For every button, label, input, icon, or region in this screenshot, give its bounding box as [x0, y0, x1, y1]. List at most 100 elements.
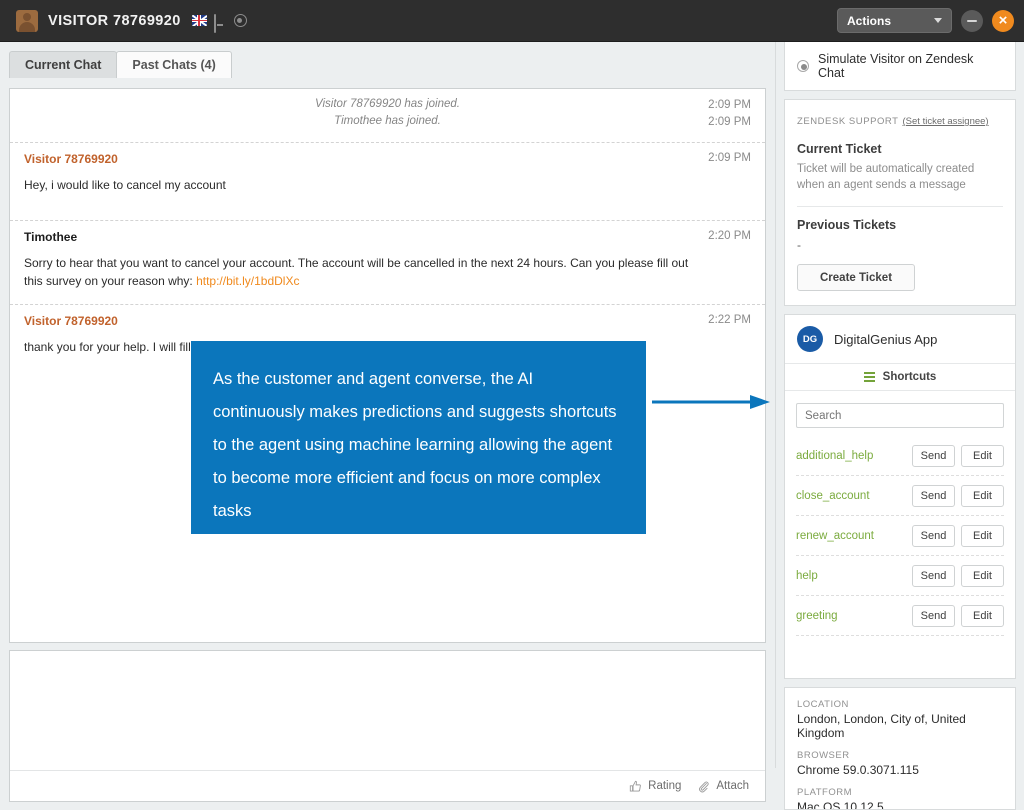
uk-flag-icon [192, 15, 207, 26]
chat-message: Timothee 2:20 PM Sorry to hear that you … [10, 221, 765, 305]
zendesk-support-card: ZENDESK SUPPORT (Set ticket assignee) Cur… [784, 99, 1016, 306]
tab-past-chats-label: Past Chats (4) [132, 58, 215, 72]
visitor-meta-icons [192, 14, 247, 27]
shortcut-actions: Send Edit [912, 565, 1004, 587]
shortcut-row: renew_account Send Edit [796, 516, 1004, 556]
shortcut-edit-button[interactable]: Edit [961, 565, 1004, 587]
shortcut-edit-button[interactable]: Edit [961, 445, 1004, 467]
message-text: Hey, i would like to cancel my account [24, 178, 226, 192]
app-avatar-initials: DG [803, 334, 817, 345]
message-time: 2:20 PM [708, 230, 751, 242]
app-name: DigitalGenius App [834, 332, 937, 347]
message-body: Hey, i would like to cancel my account [24, 176, 704, 194]
system-messages: Visitor 78769920 has joined. 2:09 PM Tim… [10, 89, 765, 143]
rating-button[interactable]: Rating [629, 780, 681, 793]
close-button[interactable]: × [992, 10, 1014, 32]
visitor-info-value: Chrome 59.0.3071.115 [797, 763, 1003, 777]
create-ticket-button[interactable]: Create Ticket [797, 264, 915, 291]
attach-label: Attach [716, 780, 749, 792]
message-body: Sorry to hear that you want to cancel yo… [24, 254, 704, 290]
message-time: 2:22 PM [708, 314, 751, 326]
shortcut-actions: Send Edit [912, 605, 1004, 627]
tab-shortcuts[interactable]: Shortcuts [785, 363, 1015, 391]
tab-shortcuts-label: Shortcuts [883, 371, 937, 383]
browser-icon [234, 14, 247, 27]
tab-past-chats[interactable]: Past Chats (4) [116, 51, 231, 78]
visitor-avatar [16, 10, 38, 32]
shortcut-row: close_account Send Edit [796, 476, 1004, 516]
shortcut-actions: Send Edit [912, 485, 1004, 507]
page-title: VISITOR 78769920 [48, 13, 181, 29]
shortcut-row: greeting Send Edit [796, 596, 1004, 636]
annotation-arrow [652, 393, 770, 411]
shortcut-actions: Send Edit [912, 445, 1004, 467]
shortcut-send-button[interactable]: Send [912, 565, 955, 587]
minus-icon [967, 20, 977, 22]
minimize-button[interactable] [961, 10, 983, 32]
shortcut-name[interactable]: help [796, 570, 818, 582]
divider [797, 206, 1003, 207]
current-ticket-text: Ticket will be automatically created whe… [797, 161, 1003, 193]
shortcut-row: additional_help Send Edit [796, 436, 1004, 476]
shortcut-search-wrap [785, 391, 1015, 436]
message-author: Timothee [24, 230, 751, 244]
message-time: 2:09 PM [708, 152, 751, 164]
zendesk-section-header: ZENDESK SUPPORT (Set ticket assignee) [797, 111, 1003, 129]
annotation-callout: As the customer and agent converse, the … [191, 341, 646, 534]
visitor-info-value: London, London, City of, United Kingdom [797, 712, 1003, 740]
set-ticket-assignee-link[interactable]: (Set ticket assignee) [903, 116, 989, 127]
shortcut-send-button[interactable]: Send [912, 445, 955, 467]
system-line: Visitor 78769920 has joined. 2:09 PM [10, 98, 765, 115]
monitor-icon [214, 15, 227, 26]
shortcut-name[interactable]: renew_account [796, 530, 874, 542]
rating-label: Rating [648, 780, 681, 792]
paperclip-icon [697, 780, 710, 793]
previous-tickets-value: - [797, 238, 1003, 252]
thumbs-up-icon [629, 780, 642, 793]
shortcut-edit-button[interactable]: Edit [961, 525, 1004, 547]
digitalgenius-app-card: DG DigitalGenius App Shortcuts additiona… [784, 314, 1016, 679]
visitor-info-card: LOCATION London, London, City of, United… [784, 687, 1016, 810]
chevron-down-icon [934, 18, 942, 23]
visitor-info-label: LOCATION [797, 699, 1003, 710]
message-text: Sorry to hear that you want to cancel yo… [24, 256, 688, 288]
shortcut-send-button[interactable]: Send [912, 525, 955, 547]
create-ticket-label: Create Ticket [820, 272, 892, 284]
window-title-bar: VISITOR 78769920 Actions × [0, 0, 1024, 42]
shortcut-edit-button[interactable]: Edit [961, 605, 1004, 627]
shortcut-actions: Send Edit [912, 525, 1004, 547]
previous-tickets-title: Previous Tickets [797, 218, 1003, 232]
message-author: Visitor 78769920 [24, 314, 751, 328]
right-sidebar: Simulate Visitor on Zendesk Chat ZENDESK… [775, 42, 1024, 768]
shortcut-send-button[interactable]: Send [912, 485, 955, 507]
tab-current-chat-label: Current Chat [25, 58, 101, 72]
annotation-text: As the customer and agent converse, the … [213, 363, 622, 528]
current-ticket-title: Current Ticket [797, 142, 1003, 156]
shortcut-send-button[interactable]: Send [912, 605, 955, 627]
radio-icon[interactable] [797, 60, 809, 72]
close-icon: × [999, 13, 1008, 28]
shortcut-name[interactable]: close_account [796, 490, 870, 502]
system-line-time: 2:09 PM [708, 99, 751, 111]
system-line-text: Visitor 78769920 has joined. [315, 98, 460, 110]
shortcut-name[interactable]: additional_help [796, 450, 873, 462]
shortcut-row: help Send Edit [796, 556, 1004, 596]
simulate-visitor-option[interactable]: Simulate Visitor on Zendesk Chat [784, 42, 1016, 91]
chat-message: Visitor 78769920 2:09 PM Hey, i would li… [10, 143, 765, 221]
shortcut-edit-button[interactable]: Edit [961, 485, 1004, 507]
list-icon [864, 372, 875, 382]
actions-dropdown[interactable]: Actions [837, 8, 952, 33]
search-input[interactable] [796, 403, 1004, 428]
visitor-info-label: PLATFORM [797, 787, 1003, 798]
simulate-visitor-label: Simulate Visitor on Zendesk Chat [818, 52, 1003, 80]
shortcut-list-padding [785, 636, 1015, 678]
message-composer[interactable]: Rating Attach [9, 650, 766, 802]
shortcut-name[interactable]: greeting [796, 610, 838, 622]
zendesk-section-label: ZENDESK SUPPORT [797, 116, 899, 127]
system-line-time: 2:09 PM [708, 116, 751, 128]
attach-button[interactable]: Attach [697, 780, 749, 793]
app-header: DG DigitalGenius App [785, 315, 1015, 363]
system-line: Timothee has joined. 2:09 PM [10, 115, 765, 132]
message-link[interactable]: http://bit.ly/1bdDlXc [196, 274, 299, 288]
tab-current-chat[interactable]: Current Chat [9, 51, 117, 78]
